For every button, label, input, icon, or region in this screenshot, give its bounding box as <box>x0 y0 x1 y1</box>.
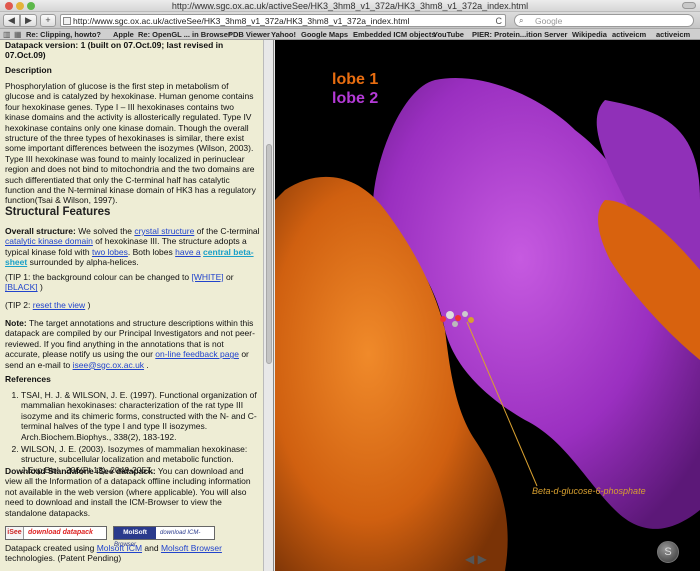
molsoft-logo-icon: MolSoft <box>114 527 156 539</box>
title-bar: http://www.sgc.ox.ac.uk/activeSee/HK3_3h… <box>0 0 700 12</box>
view-arrows-icon[interactable]: ◀ ▶ <box>465 552 487 566</box>
note-label: Note: <box>5 318 27 328</box>
credits-paragraph: Datapack created using Molsoft ICM and M… <box>5 543 222 564</box>
bookmark-item[interactable]: YouTube <box>433 29 464 40</box>
bookmark-item[interactable]: activeicm <box>656 29 690 40</box>
bookmark-item[interactable]: Wikipedia <box>572 29 607 40</box>
add-bookmark-button[interactable]: + <box>40 14 56 27</box>
url-text[interactable]: http://www.sgc.ox.ac.uk/activeSee/HK3_3h… <box>73 15 409 27</box>
bookmark-item[interactable]: activeicm <box>612 29 646 40</box>
references-list: TSAI, H. J. & WILSON, J. E. (1997). Func… <box>5 390 260 477</box>
structural-features-heading: Structural Features <box>5 206 111 218</box>
refresh-icon[interactable]: C <box>496 15 503 27</box>
search-icon: ⌕ <box>519 16 524 25</box>
molecule-viewer[interactable]: lobe 1 lobe 2 Beta-d-glucose-6-phosphate… <box>275 40 700 571</box>
grid-icon[interactable]: ▦ <box>14 30 22 39</box>
overall-structure-label: Overall structure: <box>5 226 76 236</box>
isee-logo-icon: iSee <box>6 527 24 539</box>
ligand-label[interactable]: Beta-d-glucose-6-phosphate <box>532 486 646 496</box>
tip-1: (TIP 1: the background colour can be cha… <box>5 272 234 293</box>
description-text: Phosphorylation of glucose is the first … <box>5 81 256 206</box>
tip-2: (TIP 2: reset the view ) <box>5 300 91 310</box>
email-link[interactable]: isee@sgc.ox.ac.uk <box>73 360 144 370</box>
bookmark-item[interactable]: PIER: Protein...ition Server <box>472 29 567 40</box>
page-icon <box>63 17 71 25</box>
lobe-1-label[interactable]: lobe 1 <box>332 71 378 89</box>
bookmark-item[interactable]: Re: OpenGL ... in Browser <box>138 29 231 40</box>
black-background-link[interactable]: [BLACK] <box>5 282 38 292</box>
bookmark-item[interactable]: Google Maps <box>301 29 348 40</box>
catalytic-domain-link[interactable]: catalytic kinase domain <box>5 236 93 246</box>
two-lobes-link[interactable]: two lobes <box>92 247 128 257</box>
toolbar-toggle-button[interactable] <box>682 2 696 9</box>
search-placeholder: Google <box>535 16 563 26</box>
download-label: Download Standalone iSee datapack: <box>5 466 156 476</box>
crystal-structure-link[interactable]: crystal structure <box>134 226 194 236</box>
bookmark-item[interactable]: PDB Viewer <box>228 29 270 40</box>
feedback-page-link[interactable]: on-line feedback page <box>155 349 239 359</box>
bookmark-item[interactable]: Re: Clipping, howto? <box>26 29 101 40</box>
lobe-2-label[interactable]: lobe 2 <box>332 90 378 108</box>
download-datapack-button[interactable]: iSee download datapack <box>5 526 107 540</box>
download-paragraph: Download Standalone iSee datapack: You c… <box>5 466 251 518</box>
bookmark-item[interactable]: Embedded ICM objects <box>353 29 436 40</box>
browser-toolbar: ◀ ▶ + http://www.sgc.ox.ac.uk/activeSee/… <box>0 12 700 29</box>
search-input[interactable]: ⌕ Google <box>514 14 694 27</box>
forward-button[interactable]: ▶ <box>20 14 37 27</box>
molsoft-browser-link[interactable]: Molsoft Browser <box>161 543 222 553</box>
note-paragraph: Note: The target annotations and structu… <box>5 318 255 370</box>
address-bar[interactable]: http://www.sgc.ox.ac.uk/activeSee/HK3_3h… <box>60 14 506 27</box>
datapack-version: Datapack version: 1 (built on 07.Oct.09;… <box>5 40 224 61</box>
overall-structure-paragraph: Overall structure: We solved the crystal… <box>5 226 260 268</box>
bookmarks-bar: ▥ ▦ Re: Clipping, howto? Apple Re: OpenG… <box>0 29 700 40</box>
orbit-control-icon[interactable]: S <box>657 541 679 563</box>
bookmarks-book-icon[interactable]: ▥ <box>3 30 11 39</box>
left-pane-scrollbar[interactable] <box>263 40 274 571</box>
bookmark-item[interactable]: Apple <box>113 29 134 40</box>
molsoft-icm-link[interactable]: Molsoft ICM <box>97 543 142 553</box>
white-background-link[interactable]: [WHITE] <box>192 272 224 282</box>
description-heading: Description <box>5 65 52 75</box>
window-title: http://www.sgc.ox.ac.uk/activeSee/HK3_3h… <box>171 1 529 11</box>
download-icm-browser-button[interactable]: MolSoft download ICM-Browser <box>113 526 215 548</box>
references-heading: References <box>5 374 51 384</box>
bookmark-item[interactable]: Yahoo! <box>271 29 296 40</box>
scrollbar-thumb[interactable] <box>266 144 272 364</box>
reference-item: TSAI, H. J. & WILSON, J. E. (1997). Func… <box>21 390 260 442</box>
have-a-link[interactable]: have a <box>175 247 201 257</box>
reset-view-link[interactable]: reset the view <box>33 300 85 310</box>
back-button[interactable]: ◀ <box>3 14 20 27</box>
